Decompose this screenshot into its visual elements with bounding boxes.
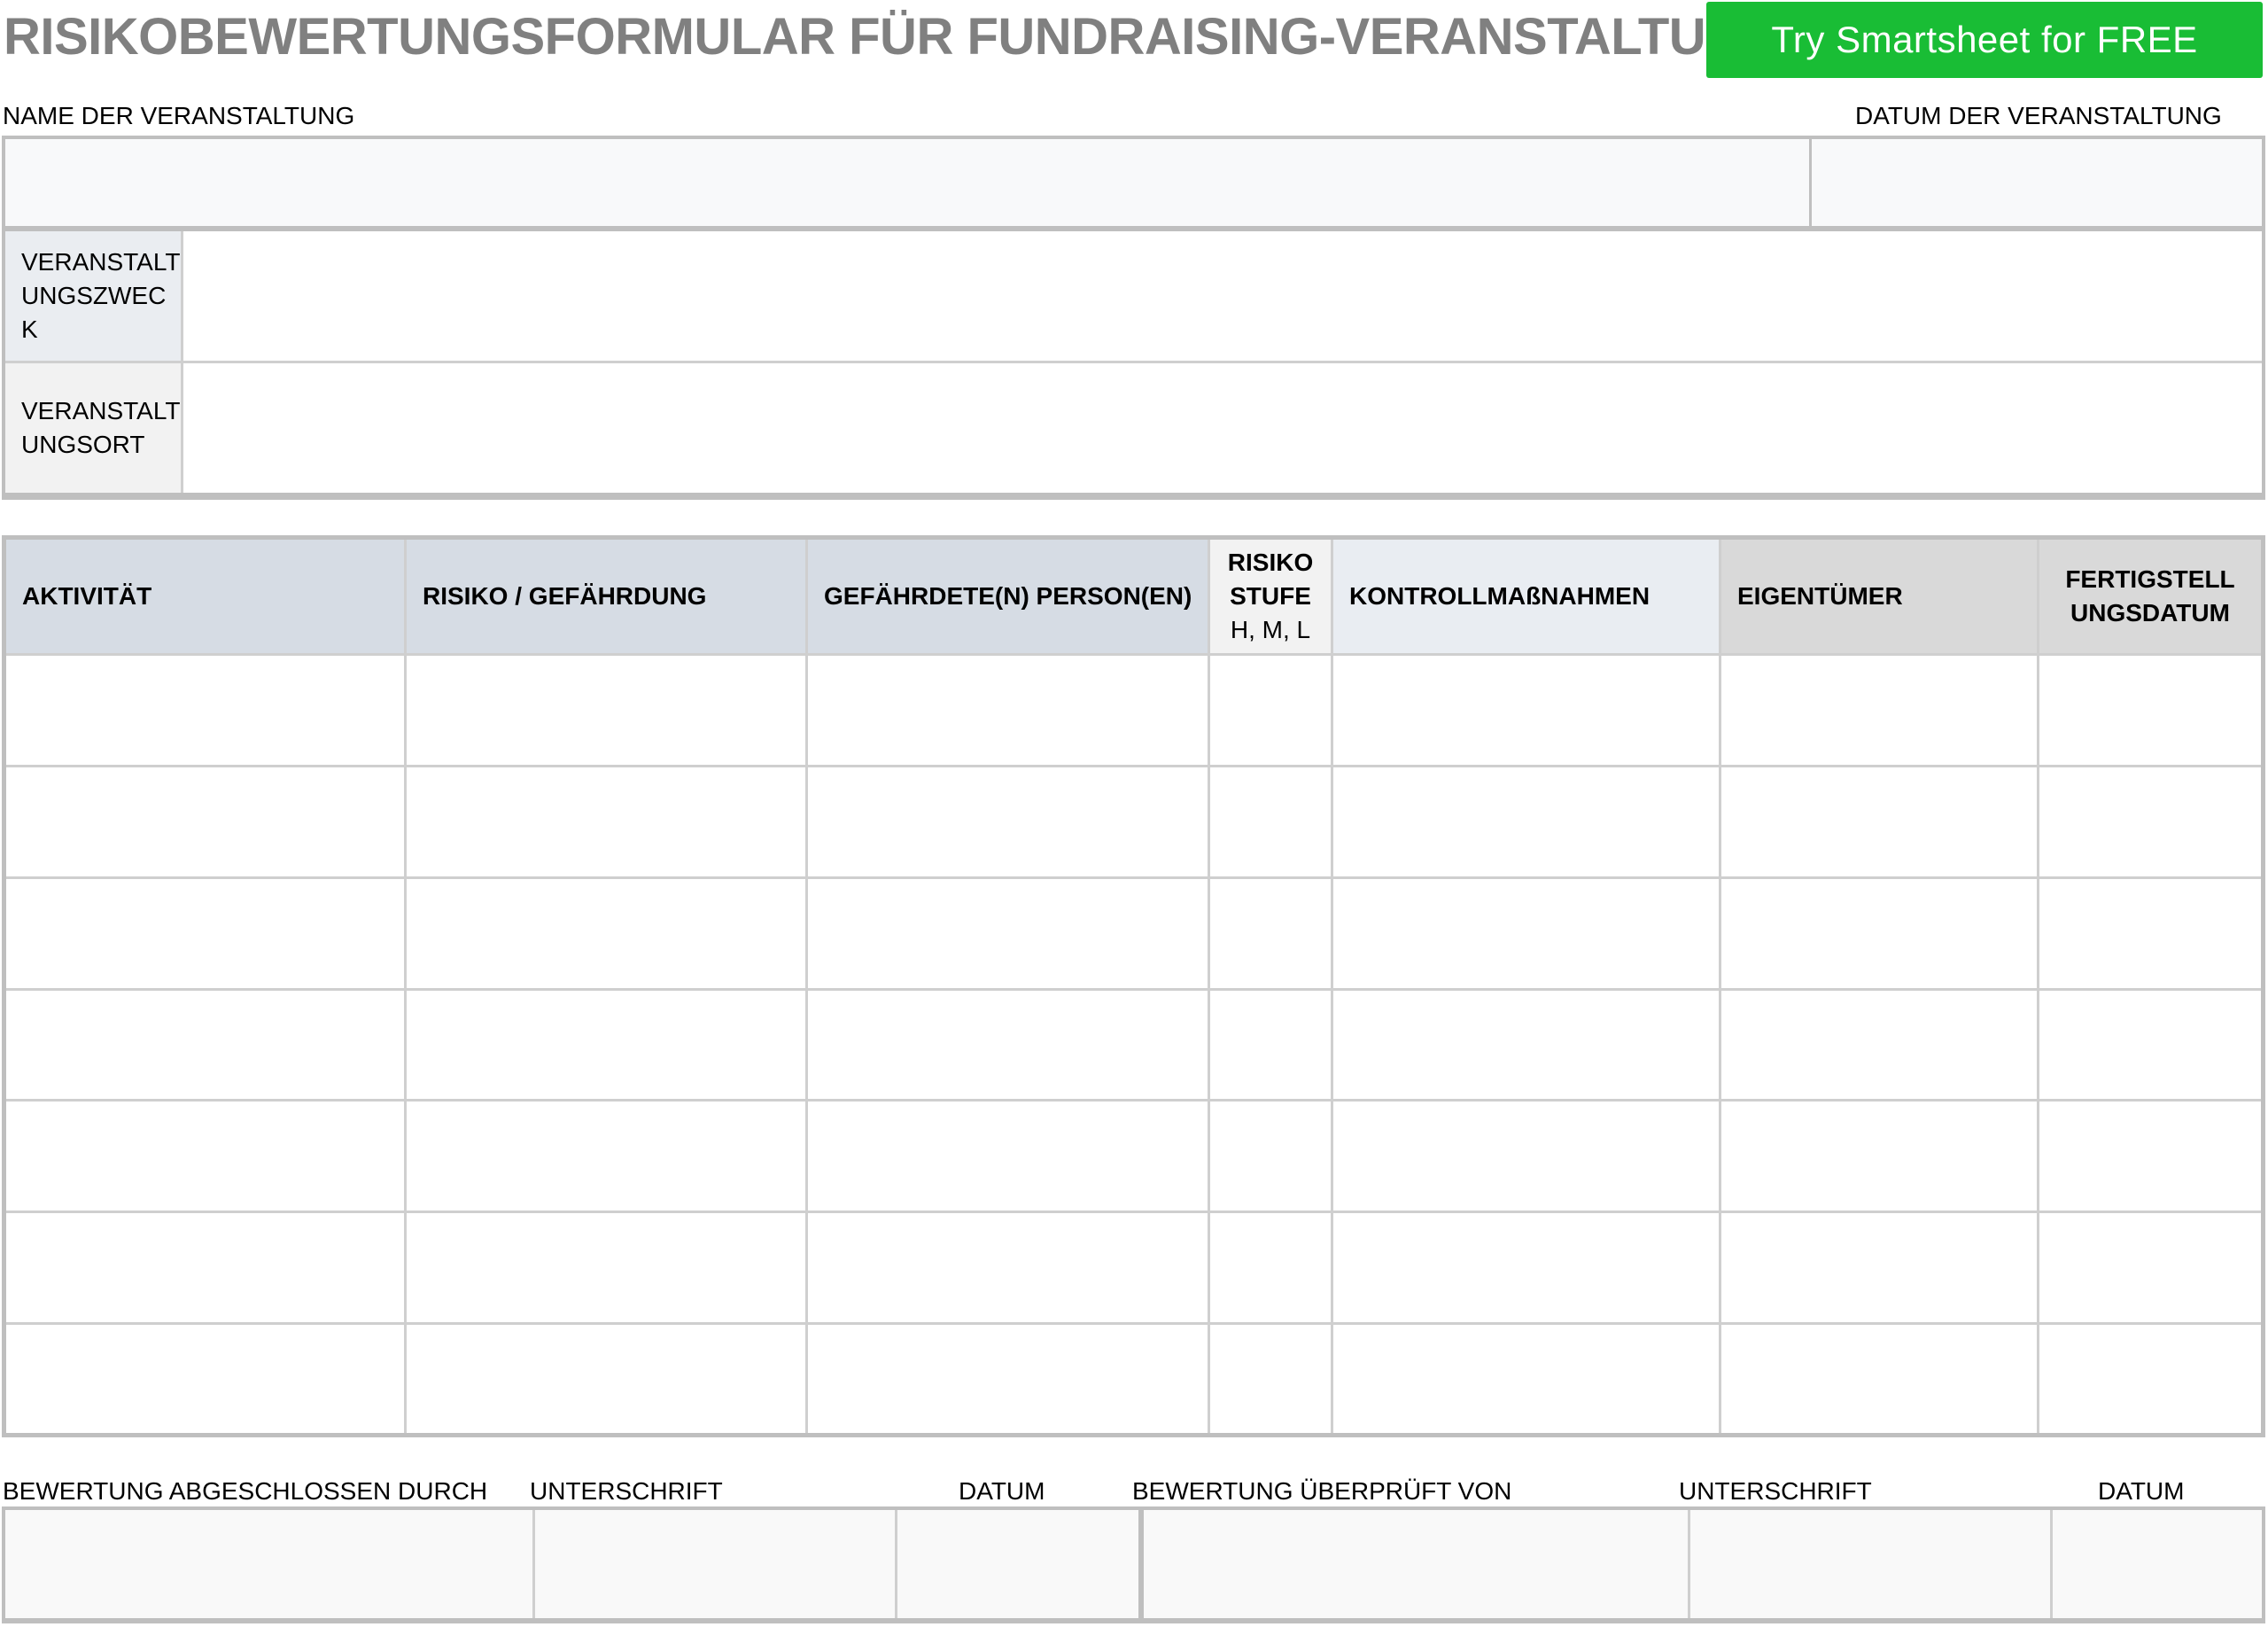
table-cell[interactable] [2037, 653, 2264, 767]
table-cell[interactable] [1331, 876, 1721, 991]
try-smartsheet-button[interactable]: Try Smartsheet for FREE [1706, 2, 2263, 78]
table-cell[interactable] [1208, 764, 1333, 879]
table-cell[interactable] [805, 653, 1210, 767]
table-cell[interactable] [2037, 1099, 2264, 1214]
table-cell[interactable] [2037, 987, 2264, 1102]
location-label: VERANSTALTUNGSORT [5, 363, 183, 493]
table-cell[interactable] [1208, 876, 1333, 991]
table-cell[interactable] [1208, 653, 1333, 767]
event-name-field[interactable] [5, 139, 1812, 226]
column-header-controls: KONTROLLMAßNAHMEN [1331, 536, 1721, 656]
table-cell[interactable] [805, 987, 1210, 1102]
risk-level-label: RISIKO STUFE [1227, 549, 1314, 610]
table-cell[interactable] [1719, 876, 2039, 991]
completed-by-label: BEWERTUNG ABGESCHLOSSEN DURCH [3, 1477, 488, 1505]
column-header-owner: EIGENTÜMER [1719, 536, 2039, 656]
table-cell[interactable] [1208, 987, 1333, 1102]
table-cell[interactable] [1331, 764, 1721, 879]
table-cell[interactable] [404, 1211, 808, 1326]
table-cell[interactable] [805, 1211, 1210, 1326]
table-cell[interactable] [404, 987, 808, 1102]
event-date-field[interactable] [1812, 139, 2262, 226]
column-header-risk-level: RISIKO STUFE H, M, L [1208, 536, 1333, 656]
table-cell[interactable] [1331, 1211, 1721, 1326]
table-cell[interactable] [1331, 1322, 1721, 1436]
table-row [3, 764, 2264, 879]
table-cell[interactable] [1331, 987, 1721, 1102]
completed-by-field[interactable] [5, 1510, 535, 1618]
table-cell[interactable] [3, 653, 407, 767]
table-cell[interactable] [3, 987, 407, 1102]
column-header-persons: GEFÄHRDETE(N) PERSON(EN) [805, 536, 1210, 656]
event-date-label: DATUM DER VERANSTALTUNG [1855, 102, 2222, 129]
table-cell[interactable] [1719, 1211, 2039, 1326]
table-header-row: AKTIVITÄT RISIKO / GEFÄHRDUNG GEFÄHRDETE… [3, 536, 2264, 656]
info-row-purpose: VERANSTALTUNGSZWECK [5, 231, 2262, 361]
purpose-label: VERANSTALTUNGSZWECK [5, 231, 183, 361]
reviewed-by-field[interactable] [1144, 1510, 1690, 1618]
table-row [3, 1099, 2264, 1214]
table-row [3, 1211, 2264, 1326]
table-cell[interactable] [1719, 1099, 2039, 1214]
table-cell[interactable] [1208, 1322, 1333, 1436]
table-row [3, 876, 2264, 991]
event-header-fields [2, 136, 2265, 230]
table-cell[interactable] [2037, 764, 2264, 879]
date-field-2[interactable] [2053, 1510, 2262, 1618]
date-label-1: DATUM [959, 1477, 1045, 1505]
event-info-section: VERANSTALTUNGSZWECK VERANSTALTUNGSORT [2, 227, 2265, 500]
table-cell[interactable] [3, 1211, 407, 1326]
location-field[interactable] [183, 363, 2262, 493]
table-cell[interactable] [404, 764, 808, 879]
table-cell[interactable] [2037, 1211, 2264, 1326]
table-cell[interactable] [404, 1099, 808, 1214]
table-cell[interactable] [1331, 653, 1721, 767]
table-cell[interactable] [3, 1099, 407, 1214]
table-cell[interactable] [3, 876, 407, 991]
table-cell[interactable] [404, 1322, 808, 1436]
table-cell[interactable] [805, 764, 1210, 879]
column-header-completion-date: FERTIGSTELLUNGSDATUM [2037, 536, 2264, 656]
table-row [3, 987, 2264, 1102]
table-cell[interactable] [2037, 876, 2264, 991]
signature-label-1: UNTERSCHRIFT [530, 1477, 723, 1505]
column-header-risk: RISIKO / GEFÄHRDUNG [404, 536, 808, 656]
reviewed-by-label: BEWERTUNG ÜBERPRÜFT VON [1132, 1477, 1512, 1505]
table-cell[interactable] [1719, 1322, 2039, 1436]
column-header-activity: AKTIVITÄT [3, 536, 407, 656]
table-row [3, 653, 2264, 767]
table-cell[interactable] [1719, 764, 2039, 879]
table-cell[interactable] [1208, 1211, 1333, 1326]
table-cell[interactable] [404, 876, 808, 991]
risk-level-sub: H, M, L [1230, 616, 1311, 643]
table-cell[interactable] [805, 876, 1210, 991]
table-cell[interactable] [2037, 1322, 2264, 1436]
table-cell[interactable] [1208, 1099, 1333, 1214]
signature-label-2: UNTERSCHRIFT [1679, 1477, 1872, 1505]
info-row-location: VERANSTALTUNGSORT [5, 361, 2262, 493]
purpose-field[interactable] [183, 231, 2262, 361]
table-cell[interactable] [1719, 987, 2039, 1102]
table-cell[interactable] [3, 1322, 407, 1436]
table-cell[interactable] [805, 1322, 1210, 1436]
table-cell[interactable] [805, 1099, 1210, 1214]
table-cell[interactable] [1719, 653, 2039, 767]
signature-section [2, 1506, 2265, 1623]
signature-field-1[interactable] [535, 1510, 897, 1618]
event-name-label: NAME DER VERANSTALTUNG [3, 102, 355, 129]
table-cell[interactable] [1331, 1099, 1721, 1214]
risk-table: AKTIVITÄT RISIKO / GEFÄHRDUNG GEFÄHRDETE… [2, 535, 2265, 1437]
date-field-1[interactable] [897, 1510, 1144, 1618]
signature-field-2[interactable] [1690, 1510, 2053, 1618]
table-cell[interactable] [404, 653, 808, 767]
table-cell[interactable] [3, 764, 407, 879]
date-label-2: DATUM [2098, 1477, 2185, 1505]
page-title: RISIKOBEWERTUNGSFORMULAR FÜR FUNDRAISING… [4, 8, 1852, 66]
table-row [3, 1322, 2264, 1436]
